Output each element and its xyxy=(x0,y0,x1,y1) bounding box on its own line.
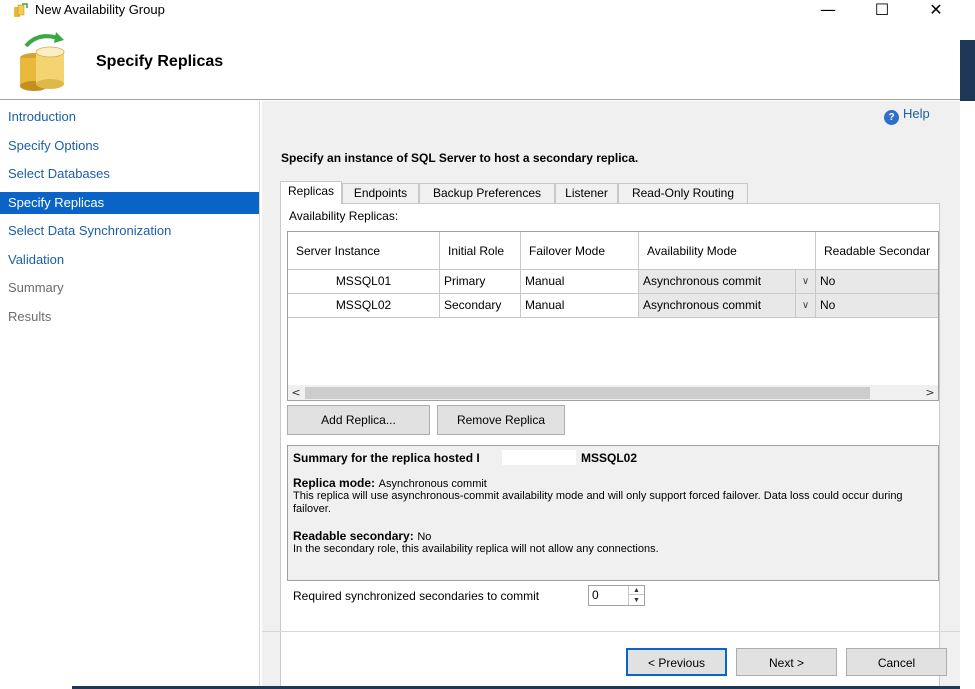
replica-mode-value: Asynchronous commit xyxy=(378,478,487,490)
grid-header: Server Instance Initial Role Failover Mo… xyxy=(288,232,938,270)
nav-item-specify-options[interactable]: Specify Options xyxy=(0,135,259,157)
cancel-button[interactable]: Cancel xyxy=(846,648,947,676)
availability-group-icon xyxy=(20,32,65,91)
background-window-edge-lower xyxy=(960,101,975,689)
nav-item-select-databases[interactable]: Select Databases xyxy=(0,163,259,185)
cell-initial-role[interactable]: Primary xyxy=(440,270,521,293)
availability-mode-value: Asynchronous commit xyxy=(643,274,762,288)
cell-readable-secondary[interactable]: No xyxy=(816,270,938,293)
cell-initial-role[interactable]: Secondary xyxy=(440,294,521,317)
nav-item-specify-replicas[interactable]: Specify Replicas xyxy=(0,192,259,214)
stepper-down-icon[interactable]: ▼ xyxy=(629,596,644,605)
scroll-left-icon[interactable]: < xyxy=(288,385,304,400)
title-bar: New Availability Group — ☐ ✕ xyxy=(0,0,975,22)
wizard-content: ? Help Specify an instance of SQL Server … xyxy=(262,101,960,689)
redacted-region xyxy=(502,450,576,465)
stepper-up-icon[interactable]: ▲ xyxy=(629,586,644,595)
stepper-buttons: ▲ ▼ xyxy=(628,586,644,605)
column-header-initial-role[interactable]: Initial Role xyxy=(440,232,521,269)
cell-failover-mode[interactable]: Manual xyxy=(521,270,639,293)
availability-mode-combo[interactable]: Asynchronous commit ∨ xyxy=(639,294,816,317)
replicas-grid: Server Instance Initial Role Failover Mo… xyxy=(287,231,939,401)
replicas-tab-panel: Availability Replicas: Server Instance I… xyxy=(280,203,940,688)
replica-mode-block: Replica mode: Asynchronous commit This r… xyxy=(293,475,933,516)
readable-secondary-value: No xyxy=(417,531,432,543)
replica-mode-label: Replica mode: xyxy=(293,476,376,490)
readable-secondary-block: Readable secondary: No In the secondary … xyxy=(293,528,933,556)
column-header-failover-mode[interactable]: Failover Mode xyxy=(521,232,639,269)
required-sync-secondaries-stepper[interactable]: 0 ▲ ▼ xyxy=(588,585,645,606)
availability-mode-value: Asynchronous commit xyxy=(643,298,762,312)
replica-summary-panel: Summary for the replica hosted I MSSQL02… xyxy=(287,445,939,581)
nav-item-results: Results xyxy=(8,309,52,324)
nav-item-select-data-synchronization[interactable]: Select Data Synchronization xyxy=(0,220,259,242)
scroll-right-icon[interactable]: > xyxy=(922,385,938,400)
column-header-readable-secondary[interactable]: Readable Secondar xyxy=(816,232,938,269)
table-row[interactable]: MSSQL01 Primary Manual Asynchronous comm… xyxy=(288,270,938,294)
footer-divider xyxy=(262,631,960,632)
add-replica-button[interactable]: Add Replica... xyxy=(287,405,430,435)
help-label: Help xyxy=(903,106,930,121)
minimize-button[interactable]: — xyxy=(808,0,848,22)
nav-item-introduction[interactable]: Introduction xyxy=(0,106,259,128)
cell-readable-secondary[interactable]: No xyxy=(816,294,938,317)
chevron-down-icon[interactable]: ∨ xyxy=(795,294,815,317)
wizard-nav: Introduction Specify Options Select Data… xyxy=(0,101,260,689)
help-icon: ? xyxy=(884,110,899,125)
tab-read-only-routing[interactable]: Read-Only Routing xyxy=(618,183,748,203)
required-sync-secondaries-label: Required synchronized secondaries to com… xyxy=(293,589,540,603)
cell-server-instance: MSSQL01 xyxy=(288,270,440,293)
cell-server-instance: MSSQL02 xyxy=(288,294,440,317)
wizard-window: New Availability Group — ☐ ✕ Specify Rep… xyxy=(0,0,975,689)
summary-title-host: MSSQL02 xyxy=(581,451,638,465)
readable-secondary-description: In the secondary role, this availability… xyxy=(293,543,659,555)
tab-backup-preferences[interactable]: Backup Preferences xyxy=(419,183,555,203)
column-header-availability-mode[interactable]: Availability Mode xyxy=(639,232,816,269)
availability-replicas-label: Availability Replicas: xyxy=(289,209,399,223)
help-link[interactable]: ? Help xyxy=(884,106,930,125)
tab-replicas[interactable]: Replicas xyxy=(280,181,342,204)
window-title: New Availability Group xyxy=(35,2,165,17)
previous-button[interactable]: < Previous xyxy=(626,648,727,676)
availability-group-app-icon xyxy=(14,3,28,17)
nav-item-validation[interactable]: Validation xyxy=(0,249,259,271)
instruction-text: Specify an instance of SQL Server to hos… xyxy=(281,151,639,165)
background-window-edge xyxy=(960,40,975,110)
remove-replica-button[interactable]: Remove Replica xyxy=(437,405,565,435)
tab-listener[interactable]: Listener xyxy=(555,183,618,203)
summary-title: Summary for the replica hosted I xyxy=(293,451,480,465)
page-heading: Specify Replicas xyxy=(96,53,224,70)
tab-endpoints[interactable]: Endpoints xyxy=(342,183,419,203)
table-row[interactable]: MSSQL02 Secondary Manual Asynchronous co… xyxy=(288,294,938,318)
nav-item-summary: Summary xyxy=(8,280,64,295)
readable-secondary-label: Readable secondary: xyxy=(293,529,414,543)
column-header-server-instance[interactable]: Server Instance xyxy=(288,232,440,269)
next-button[interactable]: Next > xyxy=(736,648,837,676)
wizard-header: Specify Replicas xyxy=(0,22,975,100)
maximize-button[interactable]: ☐ xyxy=(862,0,902,22)
cell-failover-mode[interactable]: Manual xyxy=(521,294,639,317)
horizontal-scrollbar[interactable]: < > xyxy=(288,385,938,400)
scrollbar-thumb[interactable] xyxy=(305,387,870,399)
close-button[interactable]: ✕ xyxy=(916,0,956,22)
chevron-down-icon[interactable]: ∨ xyxy=(795,270,815,293)
stepper-value[interactable]: 0 xyxy=(592,588,599,602)
availability-mode-combo[interactable]: Asynchronous commit ∨ xyxy=(639,270,816,293)
replica-mode-description: This replica will use asynchronous-commi… xyxy=(293,490,903,515)
